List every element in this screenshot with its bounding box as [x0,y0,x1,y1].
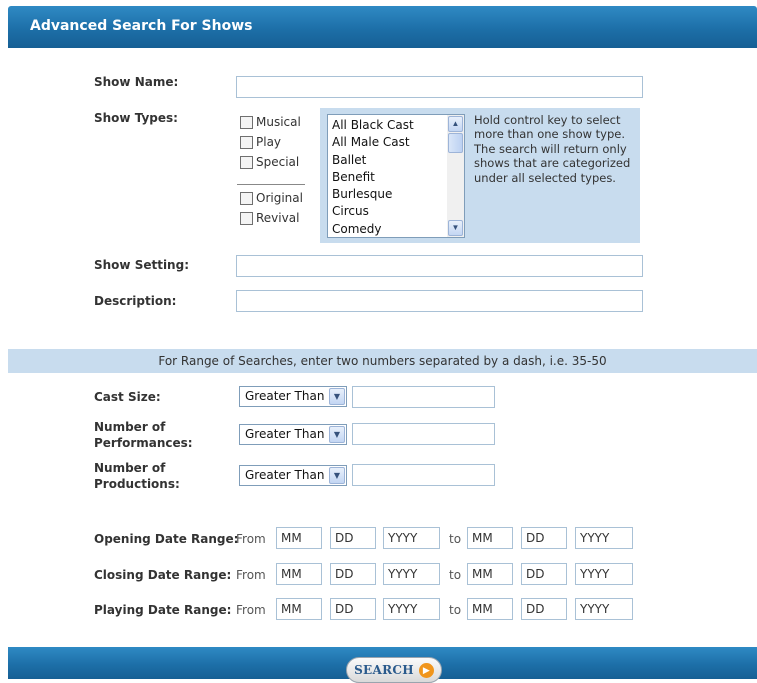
playing-from-yyyy[interactable]: YYYY [383,598,440,620]
playing-from-mm[interactable]: MM [276,598,322,620]
opening-to-dd[interactable]: DD [521,527,567,549]
opening-date-label: Opening Date Range: [94,532,239,546]
closing-from-yyyy[interactable]: YYYY [383,563,440,585]
select-value: Greater Than [245,389,325,403]
checkbox-play[interactable]: Play [240,133,281,151]
cast-size-input[interactable] [352,386,495,408]
select-value: Greater Than [245,468,325,482]
arrow-right-icon: ▶ [418,662,434,678]
performances-label-line2: Performances: [94,436,193,450]
checkbox-box[interactable] [240,191,253,205]
to-label: to [449,603,462,617]
scroll-thumb[interactable] [448,133,463,153]
playing-to-dd[interactable]: DD [521,598,567,620]
checkbox-box[interactable] [240,135,253,149]
chevron-down-icon[interactable]: ▼ [329,388,345,405]
performances-select[interactable]: Greater Than ▼ [239,424,347,445]
closing-to-yyyy[interactable]: YYYY [575,563,633,585]
closing-date-label: Closing Date Range: [94,568,232,582]
checkbox-label: Revival [256,211,300,225]
performances-label-line1: Number of [94,420,166,434]
productions-label-line1: Number of [94,461,166,475]
show-types-help-text: Hold control key to select more than one… [474,113,631,185]
closing-from-dd[interactable]: DD [330,563,376,585]
playing-to-yyyy[interactable]: YYYY [575,598,633,620]
search-button-label: SEARCH [354,663,414,677]
show-types-listbox[interactable]: All Black Cast All Male Cast Ballet Bene… [327,114,465,238]
list-item[interactable]: Comedy [332,221,464,237]
to-label: to [449,568,462,582]
list-item[interactable]: All Male Cast [332,134,464,151]
from-label: From [236,603,266,617]
from-label: From [236,568,266,582]
cast-size-label: Cast Size: [94,390,161,404]
opening-from-yyyy[interactable]: YYYY [383,527,440,549]
productions-select[interactable]: Greater Than ▼ [239,465,347,486]
checkbox-revival[interactable]: Revival [240,209,299,227]
show-setting-input[interactable] [236,255,643,277]
header-bar: Advanced Search For Shows [8,6,757,48]
opening-from-mm[interactable]: MM [276,527,322,549]
description-input[interactable] [236,290,643,312]
closing-to-dd[interactable]: DD [521,563,567,585]
list-item[interactable]: Burlesque [332,186,464,203]
select-value: Greater Than [245,427,325,441]
checkbox-box[interactable] [240,155,253,169]
cast-size-select[interactable]: Greater Than ▼ [239,386,347,407]
opening-to-mm[interactable]: MM [467,527,513,549]
checkbox-divider [237,184,305,185]
checkbox-label: Original [256,191,303,205]
page-title: Advanced Search For Shows [30,18,253,34]
productions-label-line2: Productions: [94,477,180,491]
checkbox-label: Play [256,135,282,149]
list-item[interactable]: Ballet [332,152,464,169]
playing-date-label: Playing Date Range: [94,603,232,617]
checkbox-special[interactable]: Special [240,153,299,171]
list-item[interactable]: Circus [332,203,464,220]
productions-input[interactable] [352,464,495,486]
chevron-down-icon[interactable]: ▼ [329,467,345,484]
to-label: to [449,532,462,546]
from-label: From [236,532,266,546]
show-name-input[interactable] [236,76,643,98]
playing-to-mm[interactable]: MM [467,598,513,620]
list-item[interactable]: Benefit [332,169,464,186]
show-types-label: Show Types: [94,111,178,125]
opening-from-dd[interactable]: DD [330,527,376,549]
list-item[interactable]: All Black Cast [332,117,464,134]
checkbox-label: Musical [256,115,301,129]
show-setting-label: Show Setting: [94,258,189,272]
opening-to-yyyy[interactable]: YYYY [575,527,633,549]
scroll-up-icon[interactable]: ▲ [448,116,463,132]
listbox-scrollbar[interactable]: ▲ ▼ [447,115,464,237]
checkbox-label: Special [256,155,300,169]
checkbox-box[interactable] [240,211,253,225]
checkbox-musical[interactable]: Musical [240,113,301,131]
search-button[interactable]: SEARCH ▶ [346,657,442,683]
performances-input[interactable] [352,423,495,445]
playing-from-dd[interactable]: DD [330,598,376,620]
checkbox-box[interactable] [240,115,253,129]
show-name-label: Show Name: [94,75,179,89]
range-instructions: For Range of Searches, enter two numbers… [8,349,757,373]
closing-from-mm[interactable]: MM [276,563,322,585]
closing-to-mm[interactable]: MM [467,563,513,585]
checkbox-original[interactable]: Original [240,189,303,207]
description-label: Description: [94,294,177,308]
chevron-down-icon[interactable]: ▼ [329,426,345,443]
scroll-down-icon[interactable]: ▼ [448,220,463,236]
